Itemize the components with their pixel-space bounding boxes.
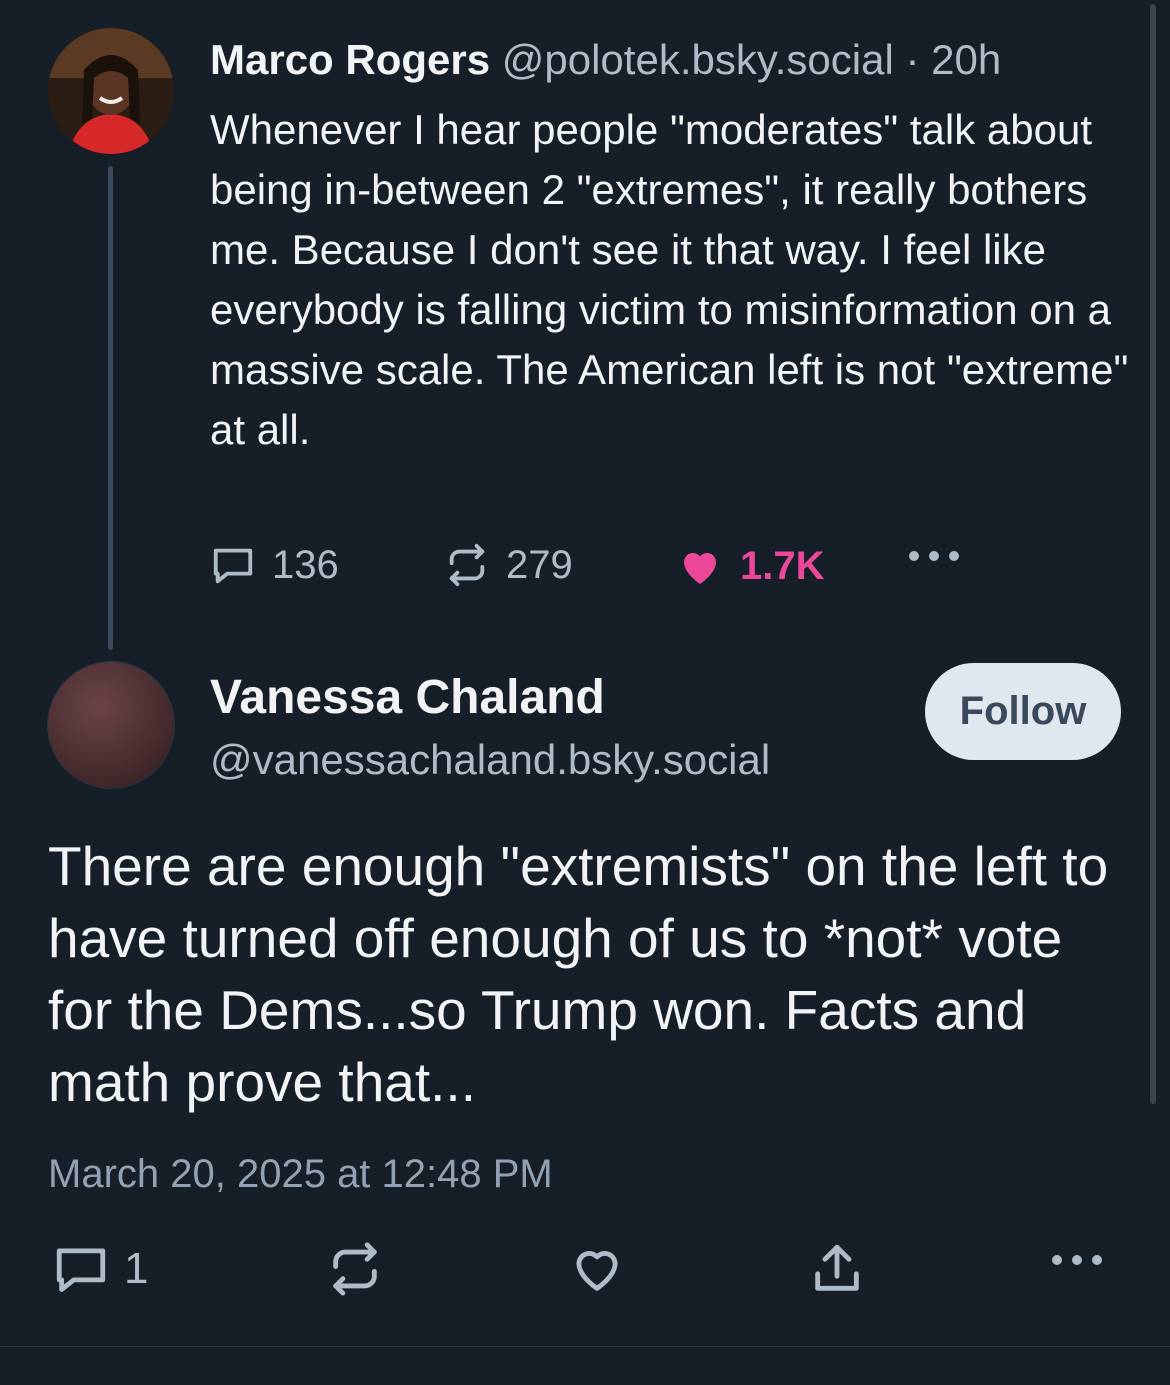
parent-author-name[interactable]: Marco Rogers xyxy=(210,36,490,83)
reply-author-name[interactable]: Vanessa Chaland xyxy=(210,670,605,726)
reply-author-handle[interactable]: @vanessachaland.bsky.social xyxy=(210,734,770,786)
reply-icon xyxy=(52,1240,110,1298)
reply-post-timestamp: March 20, 2025 at 12:48 PM xyxy=(48,1152,553,1196)
parent-post-time[interactable]: 20h xyxy=(931,36,1001,83)
parent-like-button[interactable]: 1.7K xyxy=(676,542,825,590)
scrollbar[interactable] xyxy=(1150,4,1156,1104)
more-icon xyxy=(1050,1252,1104,1268)
parent-post-text: Whenever I hear people "moderates" talk … xyxy=(210,106,1129,453)
reply-share-button[interactable] xyxy=(808,1240,866,1298)
repost-icon xyxy=(444,542,490,588)
bottom-divider xyxy=(0,1346,1170,1347)
parent-repost-button[interactable]: 279 xyxy=(444,542,573,588)
parent-post-header: Marco Rogers @polotek.bsky.social · 20h xyxy=(210,34,1001,86)
parent-like-count: 1.7K xyxy=(740,543,825,588)
thread-connector-line xyxy=(108,166,113,650)
reply-like-button[interactable] xyxy=(568,1240,626,1298)
vanessa-chaland-avatar[interactable] xyxy=(48,662,174,788)
marco-rogers-avatar[interactable] xyxy=(48,28,174,154)
reply-icon xyxy=(210,542,256,588)
reply-more-options-button[interactable] xyxy=(1050,1252,1104,1268)
more-icon xyxy=(906,548,962,564)
parent-reply-count: 136 xyxy=(272,542,339,587)
follow-button[interactable]: Follow xyxy=(925,663,1121,760)
parent-reply-button[interactable]: 136 xyxy=(210,542,339,588)
share-icon xyxy=(808,1240,866,1298)
repost-icon xyxy=(326,1240,384,1298)
time-separator: · xyxy=(905,36,920,83)
heart-icon xyxy=(568,1240,626,1298)
heart-icon xyxy=(676,542,724,590)
reply-post-text: There are enough "extremists" on the lef… xyxy=(48,835,1109,1113)
parent-repost-count: 279 xyxy=(506,542,573,587)
parent-author-handle[interactable]: @polotek.bsky.social xyxy=(502,36,894,83)
parent-more-options-button[interactable] xyxy=(906,548,962,564)
reply-reply-count: 1 xyxy=(124,1244,149,1293)
reply-reply-button[interactable]: 1 xyxy=(52,1240,148,1298)
reply-repost-button[interactable] xyxy=(326,1240,384,1298)
